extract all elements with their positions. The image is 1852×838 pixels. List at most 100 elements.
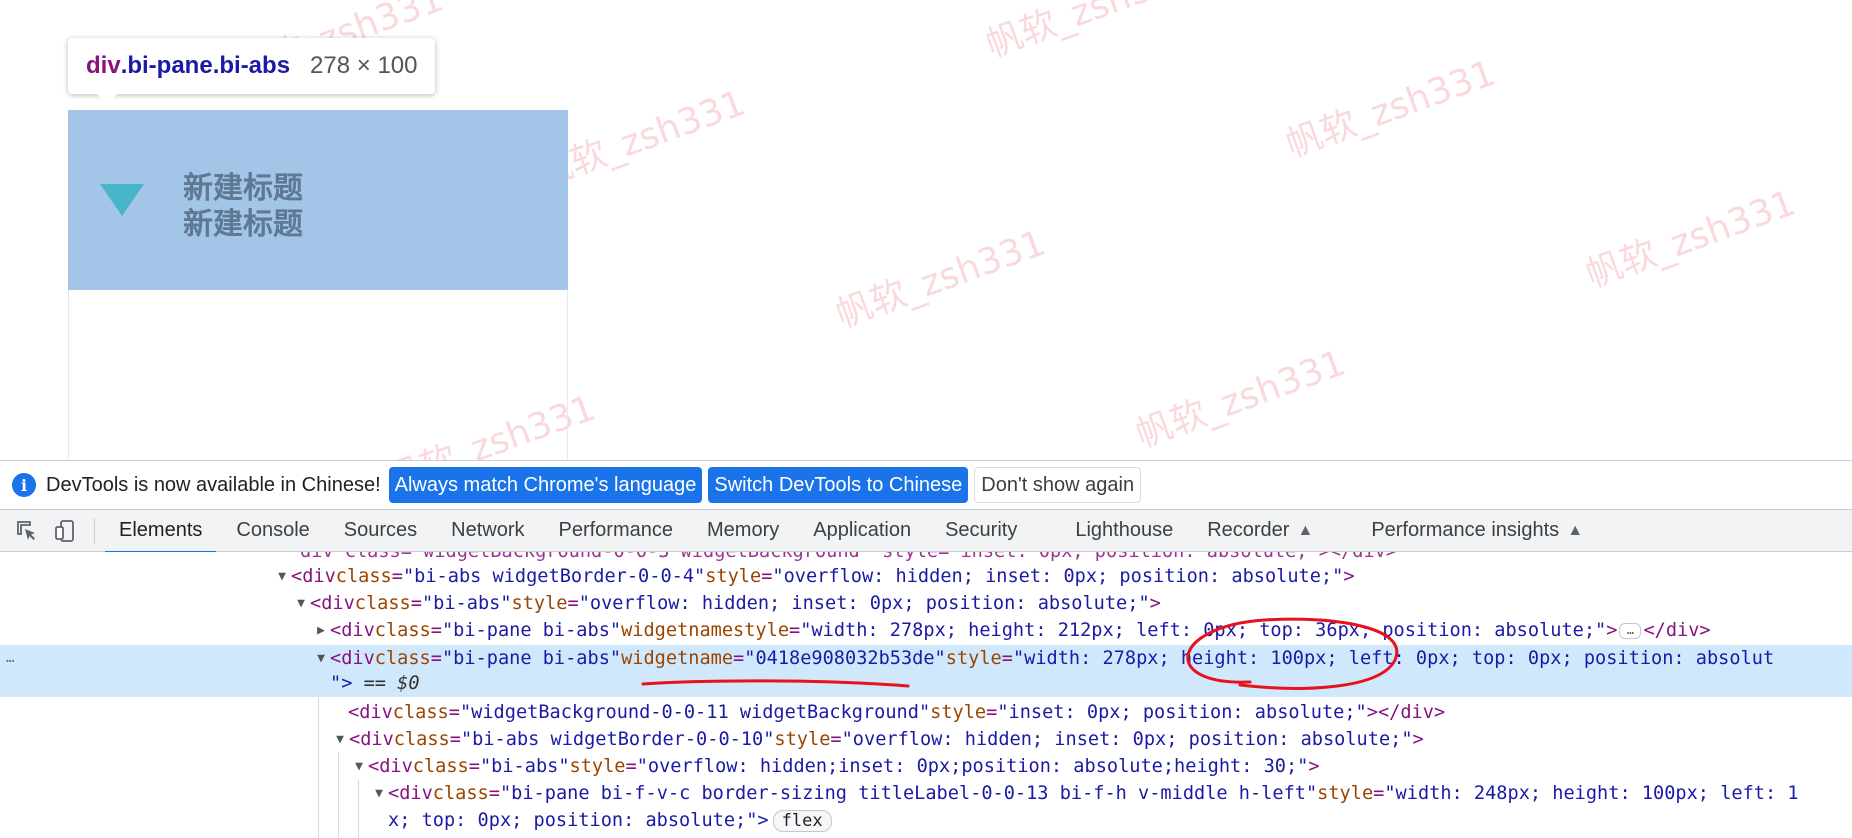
tooltip-size: 278 × 100 [310, 52, 418, 79]
tab-label: Security [945, 519, 1018, 541]
triangle-icon [100, 184, 144, 216]
watermark: 帆软_zsh331 [1580, 182, 1801, 297]
dom-node-cont: x; top: 0px; position: absolute;"> flex [388, 807, 832, 834]
attr-value: "width: 248px; height: 100px; left: 1 [1384, 783, 1799, 804]
dom-node[interactable]: ▼ <div class = "bi-abs widgetBorder-0-0-10"… [331, 726, 1424, 753]
widget-title-line2: 新建标题 [183, 207, 303, 242]
attr-value-cont: x; top: 0px; position: absolute;"> [388, 810, 769, 831]
always-match-language-button[interactable]: Always match Chrome's language [388, 467, 703, 503]
expand-toggle-icon[interactable]: ▶ [312, 623, 330, 638]
tab-network[interactable]: Network [437, 510, 538, 552]
attr-value: "inset: 0px; position: absolute;" [997, 702, 1367, 723]
attr-value: "overflow: hidden; inset: 0px; position:… [772, 566, 1344, 587]
indent-guide [338, 752, 339, 838]
tab-lighthouse[interactable]: Lighthouse [1061, 510, 1187, 552]
attr-name: style [1317, 783, 1374, 804]
inspect-tooltip: div .bi-pane.bi-abs 278 × 100 [68, 38, 436, 94]
tab-label: Performance [558, 519, 674, 541]
tab-recorder[interactable]: Recorder ▲ [1193, 510, 1327, 552]
attr-name: style [930, 702, 987, 723]
tab-performance[interactable]: Performance [545, 510, 688, 552]
tooltip-classes: .bi-pane.bi-abs [120, 52, 291, 79]
dom-node[interactable]: ▶ <div class = "bi-pane bi-abs" widgetname … [312, 617, 1711, 644]
tag-name: <div [330, 648, 375, 669]
attr-value: "overflow: hidden;inset: 0px;position: a… [636, 756, 1309, 777]
attr-name: style [705, 566, 762, 587]
attr-name: style [511, 593, 568, 614]
tag-close: > [1343, 566, 1355, 587]
attr-name: class [335, 566, 392, 587]
expand-toggle-icon[interactable]: ▼ [292, 596, 310, 611]
expand-toggle-icon[interactable]: ▼ [273, 569, 291, 584]
tab-security[interactable]: Security [931, 510, 1031, 552]
tab-label: Elements [119, 519, 203, 541]
attr-value: "bi-abs" [421, 593, 512, 614]
tab-label: Console [236, 519, 310, 541]
flask-icon: ▲ [1567, 521, 1584, 539]
tooltip-tag: div [86, 52, 121, 79]
tag-end: </div> [1643, 620, 1711, 641]
tag-name: <div [310, 593, 355, 614]
info-icon: i [12, 473, 36, 497]
tab-sources[interactable]: Sources [330, 510, 431, 552]
flask-icon: ▲ [1297, 521, 1314, 539]
attr-name: style [945, 648, 1002, 669]
attr-name: class [374, 648, 431, 669]
inspect-element-icon[interactable] [12, 516, 42, 546]
flex-badge[interactable]: flex [772, 809, 832, 832]
attr-value: "width: 278px; height: 212px; left: 0px;… [800, 620, 1607, 641]
attr-name: class [354, 593, 411, 614]
tab-elements[interactable]: Elements [105, 510, 217, 553]
tab-label: Memory [707, 519, 780, 541]
tab-memory[interactable]: Memory [693, 510, 793, 552]
expand-toggle-icon[interactable]: ▼ [370, 786, 388, 801]
expand-toggle-icon[interactable]: ▼ [312, 651, 330, 666]
tab-label: Network [451, 519, 525, 541]
page-viewport: 帆软_zsh331 帆软_zsh331 帆软_zsh331 帆软_zsh331 … [0, 0, 1852, 460]
collapsed-children-icon[interactable]: … [1619, 622, 1642, 639]
dom-node-selected[interactable]: ▼ <div class = "bi-pane bi-abs" widgetname =… [312, 645, 1774, 672]
dont-show-again-button[interactable]: Don't show again [974, 467, 1142, 503]
switch-to-chinese-button[interactable]: Switch DevTools to Chinese [708, 467, 969, 503]
row-menu-icon[interactable]: … [6, 645, 14, 672]
tab-label: Application [813, 519, 912, 541]
attr-value: "bi-abs widgetBorder-0-0-10" [460, 729, 775, 750]
console-ref: == $0 [352, 673, 420, 694]
dom-node[interactable]: ▼ <div class = "bi-pane bi-f-v-c border-siz… [370, 780, 1799, 807]
indent-guide [358, 780, 359, 838]
attr-value: "bi-pane bi-f-v-c border-sizing titleLab… [499, 783, 1318, 804]
attr-name: style [774, 729, 831, 750]
attr-value: "width: 278px; height: 100px; left: 0px;… [1012, 648, 1775, 669]
attr-name: class [393, 729, 450, 750]
tab-console[interactable]: Console [222, 510, 323, 552]
widgetname-value: "0418e908032b53de" [744, 648, 946, 669]
device-toolbar-icon[interactable] [50, 516, 80, 546]
watermark: 帆软_zsh331 [1130, 342, 1351, 457]
tab-application[interactable]: Application [799, 510, 925, 552]
dom-node[interactable]: ▼ <div class = "bi-abs widgetBorder-0-0-4" … [273, 563, 1355, 590]
tag-close: ></div> [1366, 702, 1446, 723]
attr-name: class [392, 702, 449, 723]
attr-value: "bi-pane bi-abs" [441, 648, 622, 669]
watermark: 帆软_zsh331 [1280, 52, 1501, 167]
attr-name: class [374, 620, 431, 641]
tag-name: <div [368, 756, 413, 777]
devtools-infobar: i DevTools is now available in Chinese! … [0, 460, 1852, 510]
attr-value: "overflow: hidden; inset: 0px; position:… [578, 593, 1150, 614]
tag-close: > [1149, 593, 1161, 614]
tag-name: <div [388, 783, 433, 804]
expand-toggle-spacer [330, 705, 348, 720]
attr-value: "overflow: hidden; inset: 0px; position:… [841, 729, 1413, 750]
dom-node[interactable]: <div class = "widgetBackground-0-0-11 widg… [330, 699, 1445, 726]
watermark: 帆软_zsh331 [830, 222, 1051, 337]
dom-node[interactable]: ▼ <div class = "bi-abs" style = "overflow: hi… [292, 590, 1161, 617]
attr-value: "bi-abs" [479, 756, 570, 777]
tab-label: Sources [343, 519, 418, 541]
dom-node[interactable]: ▼ <div class = "bi-abs" style = "overflow: hi… [350, 753, 1320, 780]
tag-close: > [1412, 729, 1424, 750]
expand-toggle-icon[interactable]: ▼ [331, 732, 349, 747]
expand-toggle-icon[interactable]: ▼ [350, 759, 368, 774]
tag-name: <div [349, 729, 394, 750]
tab-performance-insights[interactable]: Performance insights ▲ [1357, 510, 1597, 552]
elements-tree: … div class="widgetBackground-0-0-3 widg… [0, 552, 1852, 838]
